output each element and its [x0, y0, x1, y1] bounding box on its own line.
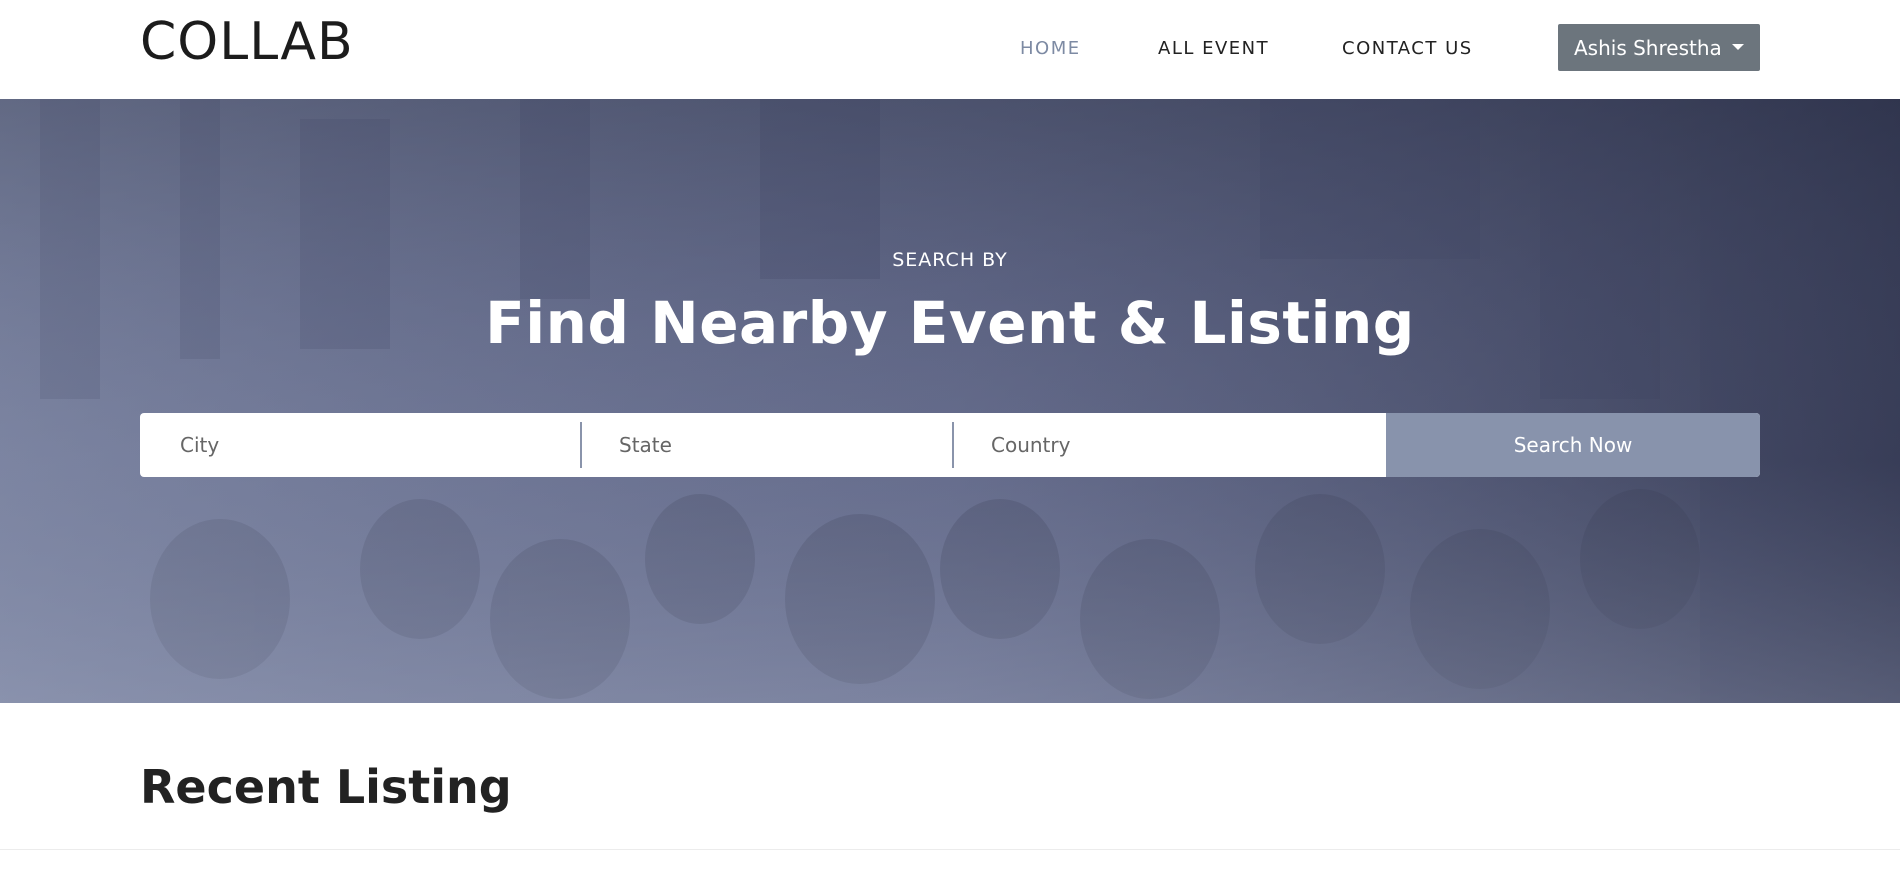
site-logo[interactable]: COLLAB [140, 14, 354, 70]
country-field [952, 413, 1388, 477]
caret-down-icon [1732, 44, 1744, 50]
search-now-button[interactable]: Search Now [1386, 413, 1760, 477]
nav-contact-us[interactable]: CONTACT US [1342, 38, 1473, 59]
hero-subtitle: SEARCH BY [892, 249, 1008, 271]
hero-background-image [0, 99, 1900, 703]
hero-section: SEARCH BY Find Nearby Event & Listing Se… [0, 99, 1900, 703]
site-header: COLLAB HOME ALL EVENT CONTACT US Ashis S… [0, 0, 1900, 99]
search-bar: Search Now [140, 413, 1760, 477]
nav-all-event[interactable]: ALL EVENT [1158, 38, 1269, 59]
nav-home[interactable]: HOME [1020, 38, 1081, 59]
user-menu-label: Ashis Shrestha [1574, 35, 1722, 60]
user-menu-button[interactable]: Ashis Shrestha [1558, 24, 1760, 71]
country-input[interactable] [991, 433, 1388, 457]
hero-title: Find Nearby Event & Listing [485, 289, 1415, 357]
city-input[interactable] [180, 433, 580, 457]
recent-listing-heading: Recent Listing [140, 760, 512, 814]
city-field [140, 413, 580, 477]
section-divider [0, 849, 1900, 850]
state-input[interactable] [619, 433, 952, 457]
state-field [580, 413, 952, 477]
